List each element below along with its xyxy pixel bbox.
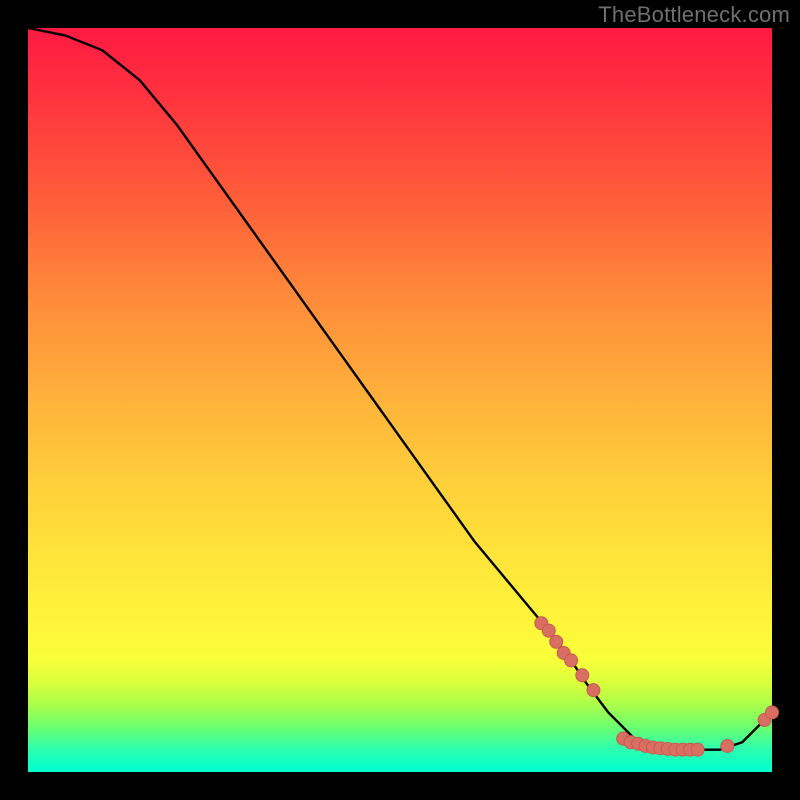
curve-marker: [576, 669, 589, 682]
curve-marker: [766, 706, 779, 719]
curve-marker: [550, 635, 563, 648]
curve-marker: [721, 739, 734, 752]
curve-marker: [691, 743, 704, 756]
curve-marker: [542, 624, 555, 637]
marker-layer: [535, 617, 779, 756]
chart-frame: TheBottleneck.com: [0, 0, 800, 800]
curve-svg: [28, 28, 772, 772]
watermark-text: TheBottleneck.com: [598, 2, 790, 28]
curve-marker: [565, 654, 578, 667]
bottleneck-curve: [28, 28, 772, 750]
curve-marker: [587, 684, 600, 697]
plot-area: [28, 28, 772, 772]
